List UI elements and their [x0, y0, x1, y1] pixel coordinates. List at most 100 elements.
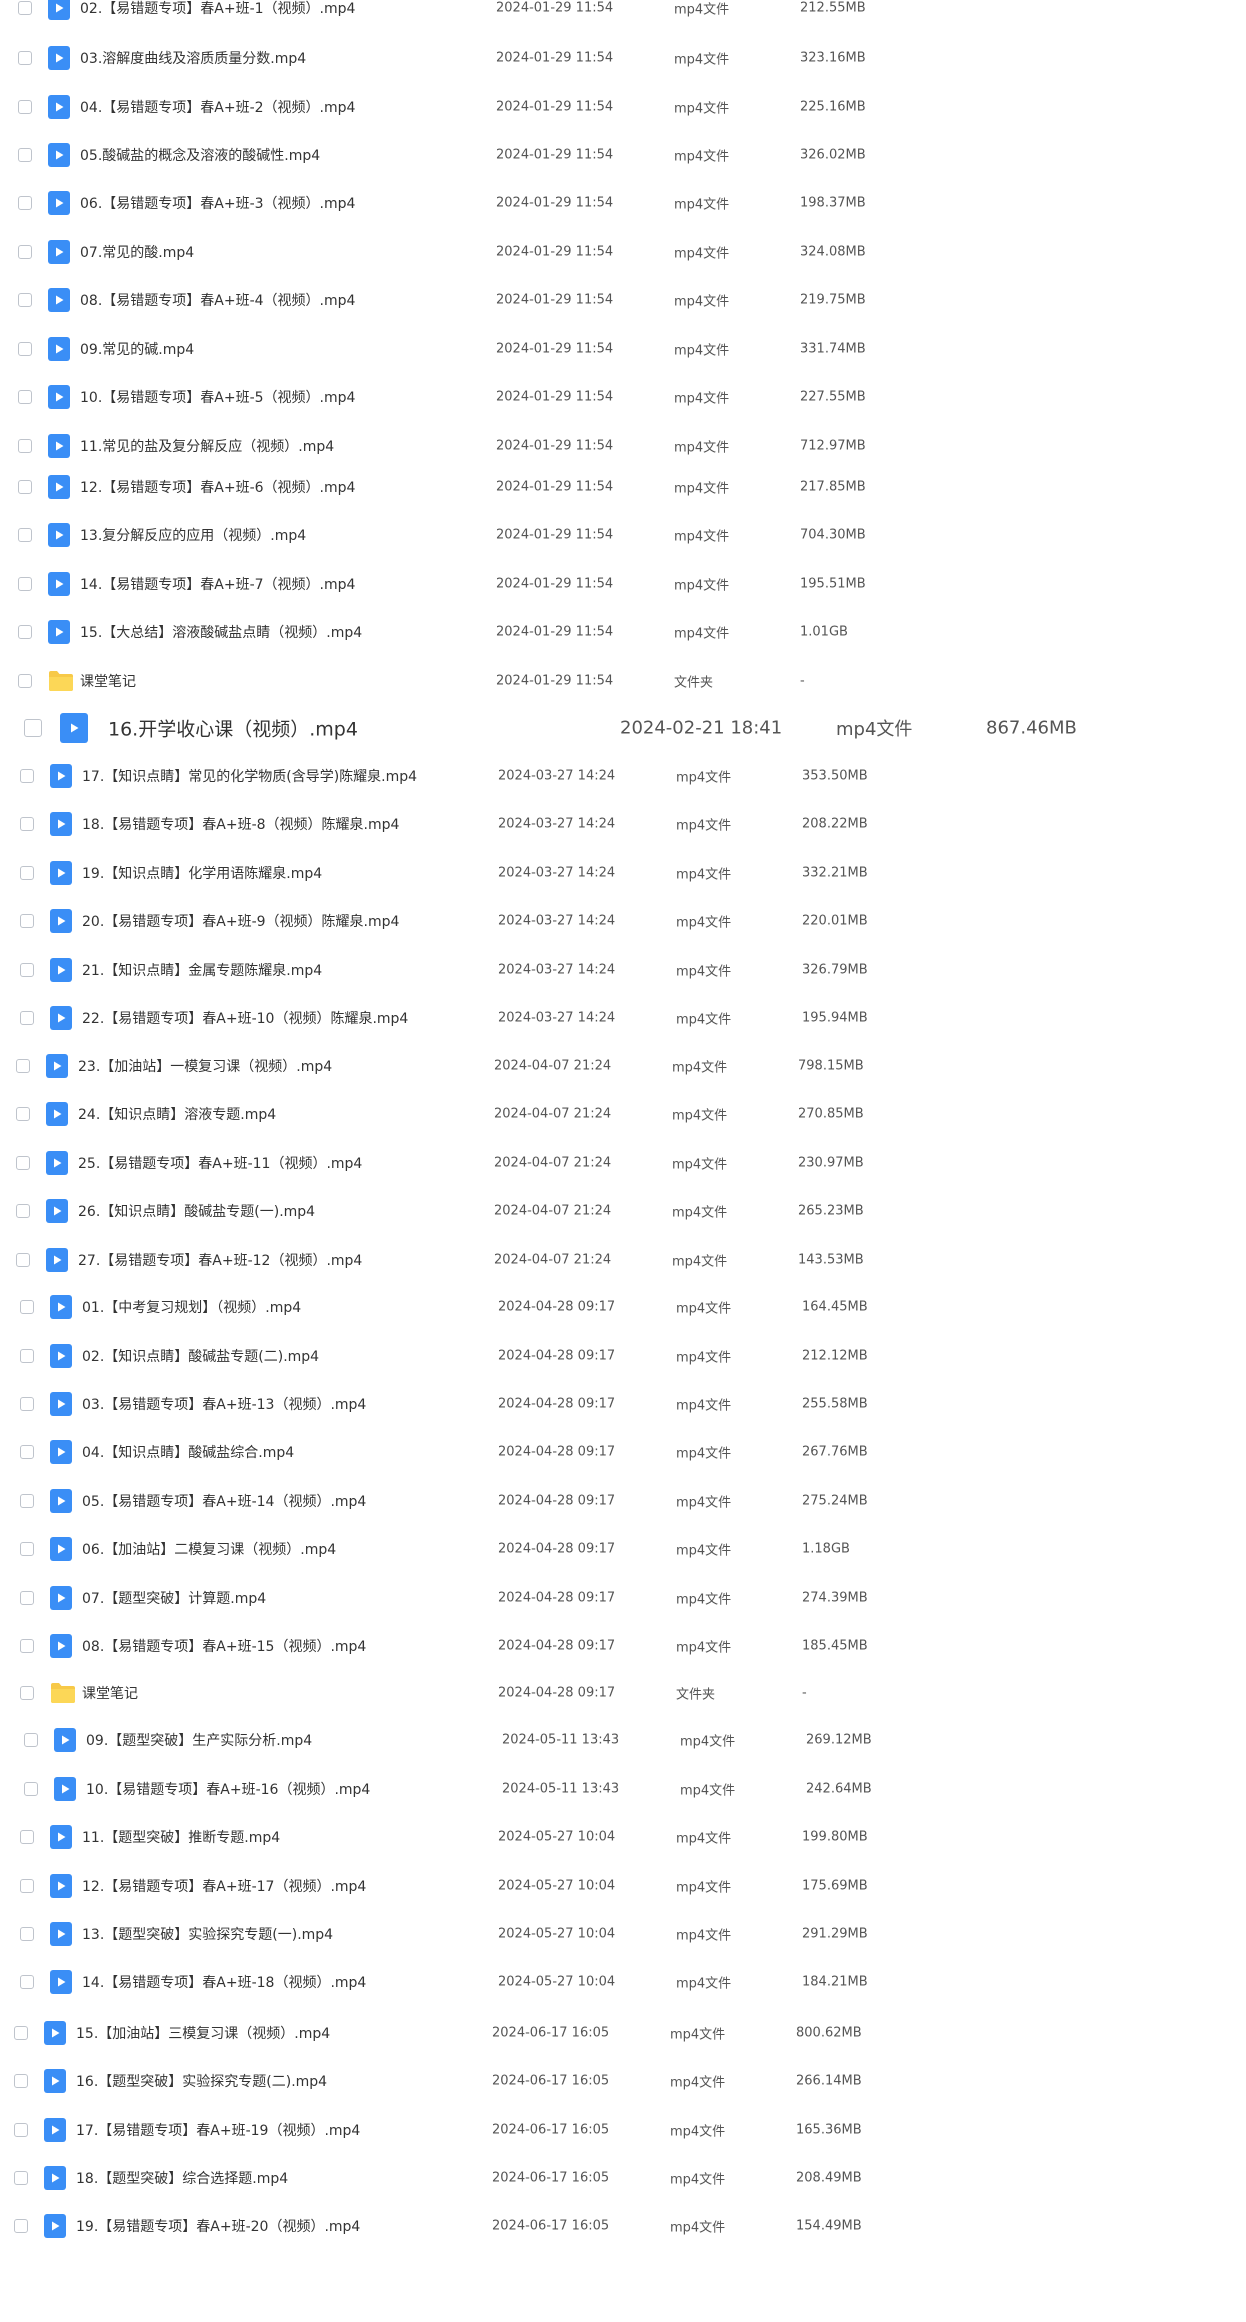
- file-row[interactable]: 13.【题型突破】实验探究专题(一).mp4 2024-05-27 10:04 …: [20, 1919, 1180, 1949]
- file-row[interactable]: 20.【易错题专项】春A+班-9（视频）陈耀泉.mp4 2024-03-27 1…: [20, 906, 1180, 936]
- file-name[interactable]: 12.【易错题专项】春A+班-6（视频）.mp4: [80, 477, 355, 497]
- row-checkbox[interactable]: [16, 1253, 30, 1267]
- row-checkbox[interactable]: [18, 148, 32, 162]
- row-checkbox[interactable]: [20, 914, 34, 928]
- row-checkbox[interactable]: [18, 1, 32, 15]
- file-row[interactable]: 06.【加油站】二模复习课（视频）.mp4 2024-04-28 09:17 m…: [20, 1534, 1180, 1564]
- file-row[interactable]: 05.【易错题专项】春A+班-14（视频）.mp4 2024-04-28 09:…: [20, 1486, 1180, 1516]
- file-row[interactable]: 26.【知识点睛】酸碱盐专题(一).mp4 2024-04-07 21:24 m…: [16, 1196, 1176, 1226]
- row-checkbox[interactable]: [20, 1300, 34, 1314]
- file-name[interactable]: 04.【易错题专项】春A+班-2（视频）.mp4: [80, 97, 355, 117]
- file-row[interactable]: 12.【易错题专项】春A+班-17（视频）.mp4 2024-05-27 10:…: [20, 1871, 1180, 1901]
- file-row[interactable]: 17.【知识点睛】常见的化学物质(含导学)陈耀泉.mp4 2024-03-27 …: [20, 761, 1180, 791]
- file-name[interactable]: 26.【知识点睛】酸碱盐专题(一).mp4: [78, 1201, 315, 1221]
- file-name[interactable]: 13.【题型突破】实验探究专题(一).mp4: [82, 1924, 333, 1944]
- file-name[interactable]: 13.复分解反应的应用（视频）.mp4: [80, 525, 306, 545]
- row-checkbox[interactable]: [18, 528, 32, 542]
- file-name[interactable]: 08.【易错题专项】春A+班-4（视频）.mp4: [80, 290, 355, 310]
- row-checkbox[interactable]: [16, 1107, 30, 1121]
- file-name[interactable]: 14.【易错题专项】春A+班-7（视频）.mp4: [80, 574, 355, 594]
- row-checkbox[interactable]: [20, 1445, 34, 1459]
- row-checkbox[interactable]: [18, 625, 32, 639]
- row-checkbox[interactable]: [20, 1542, 34, 1556]
- row-checkbox[interactable]: [18, 245, 32, 259]
- file-name[interactable]: 17.【易错题专项】春A+班-19（视频）.mp4: [76, 2120, 360, 2140]
- row-checkbox[interactable]: [20, 1879, 34, 1893]
- file-name[interactable]: 12.【易错题专项】春A+班-17（视频）.mp4: [82, 1876, 366, 1896]
- file-row[interactable]: 09.【题型突破】生产实际分析.mp4 2024-05-11 13:43 mp4…: [24, 1725, 1184, 1755]
- file-row[interactable]: 16.【题型突破】实验探究专题(二).mp4 2024-06-17 16:05 …: [14, 2066, 1174, 2096]
- row-checkbox[interactable]: [18, 293, 32, 307]
- row-checkbox[interactable]: [18, 196, 32, 210]
- row-checkbox[interactable]: [20, 1494, 34, 1508]
- file-name[interactable]: 16.【题型突破】实验探究专题(二).mp4: [76, 2071, 327, 2091]
- row-checkbox[interactable]: [14, 2074, 28, 2088]
- row-checkbox[interactable]: [20, 1011, 34, 1025]
- row-checkbox[interactable]: [14, 2026, 28, 2040]
- file-row[interactable]: 07.【题型突破】计算题.mp4 2024-04-28 09:17 mp4文件 …: [20, 1583, 1180, 1613]
- folder-name[interactable]: 课堂笔记: [82, 1683, 138, 1703]
- file-name[interactable]: 22.【易错题专项】春A+班-10（视频）陈耀泉.mp4: [82, 1008, 408, 1028]
- file-name[interactable]: 18.【易错题专项】春A+班-8（视频）陈耀泉.mp4: [82, 814, 399, 834]
- file-row[interactable]: 04.【易错题专项】春A+班-2（视频）.mp4 2024-01-29 11:5…: [18, 92, 1178, 122]
- file-name[interactable]: 19.【易错题专项】春A+班-20（视频）.mp4: [76, 2216, 360, 2236]
- file-name[interactable]: 02.【知识点睛】酸碱盐专题(二).mp4: [82, 1346, 319, 1366]
- row-checkbox[interactable]: [20, 866, 34, 880]
- file-name[interactable]: 05.酸碱盐的概念及溶液的酸碱性.mp4: [80, 145, 320, 165]
- file-row[interactable]: 10.【易错题专项】春A+班-16（视频）.mp4 2024-05-11 13:…: [24, 1774, 1184, 1804]
- file-row[interactable]: 08.【易错题专项】春A+班-15（视频）.mp4 2024-04-28 09:…: [20, 1631, 1180, 1661]
- file-row[interactable]: 05.酸碱盐的概念及溶液的酸碱性.mp4 2024-01-29 11:54 mp…: [18, 140, 1178, 170]
- file-name[interactable]: 16.开学收心课（视频）.mp4: [108, 715, 358, 742]
- row-checkbox[interactable]: [20, 769, 34, 783]
- row-checkbox[interactable]: [18, 674, 32, 688]
- file-name[interactable]: 17.【知识点睛】常见的化学物质(含导学)陈耀泉.mp4: [82, 766, 417, 786]
- file-row[interactable]: 23.【加油站】一模复习课（视频）.mp4 2024-04-07 21:24 m…: [16, 1051, 1176, 1081]
- file-row[interactable]: 04.【知识点睛】酸碱盐综合.mp4 2024-04-28 09:17 mp4文…: [20, 1437, 1180, 1467]
- row-checkbox[interactable]: [20, 817, 34, 831]
- file-row[interactable]: 14.【易错题专项】春A+班-18（视频）.mp4 2024-05-27 10:…: [20, 1967, 1180, 1997]
- file-name[interactable]: 03.溶解度曲线及溶质质量分数.mp4: [80, 48, 306, 68]
- file-name[interactable]: 05.【易错题专项】春A+班-14（视频）.mp4: [82, 1491, 366, 1511]
- file-row[interactable]: 11.常见的盐及复分解反应（视频）.mp4 2024-01-29 11:54 m…: [18, 431, 1178, 461]
- file-row[interactable]: 16.开学收心课（视频）.mp4 2024-02-21 18:41 mp4文件 …: [24, 708, 1184, 748]
- file-row[interactable]: 13.复分解反应的应用（视频）.mp4 2024-01-29 11:54 mp4…: [18, 520, 1178, 550]
- row-checkbox[interactable]: [16, 1156, 30, 1170]
- file-row[interactable]: 15.【大总结】溶液酸碱盐点睛（视频）.mp4 2024-01-29 11:54…: [18, 617, 1178, 647]
- row-checkbox[interactable]: [20, 963, 34, 977]
- row-checkbox[interactable]: [18, 390, 32, 404]
- row-checkbox[interactable]: [18, 439, 32, 453]
- row-checkbox[interactable]: [18, 51, 32, 65]
- row-checkbox[interactable]: [18, 577, 32, 591]
- file-name[interactable]: 07.常见的酸.mp4: [80, 242, 194, 262]
- file-row[interactable]: 06.【易错题专项】春A+班-3（视频）.mp4 2024-01-29 11:5…: [18, 188, 1178, 218]
- file-name[interactable]: 10.【易错题专项】春A+班-5（视频）.mp4: [80, 387, 355, 407]
- file-row[interactable]: 10.【易错题专项】春A+班-5（视频）.mp4 2024-01-29 11:5…: [18, 382, 1178, 412]
- row-checkbox[interactable]: [20, 1591, 34, 1605]
- file-row[interactable]: 07.常见的酸.mp4 2024-01-29 11:54 mp4文件 324.0…: [18, 237, 1178, 267]
- folder-row[interactable]: 课堂笔记 2024-04-28 09:17 文件夹 -: [20, 1678, 1180, 1708]
- file-row[interactable]: 03.溶解度曲线及溶质质量分数.mp4 2024-01-29 11:54 mp4…: [18, 43, 1178, 73]
- file-name[interactable]: 20.【易错题专项】春A+班-9（视频）陈耀泉.mp4: [82, 911, 399, 931]
- file-row[interactable]: 22.【易错题专项】春A+班-10（视频）陈耀泉.mp4 2024-03-27 …: [20, 1003, 1180, 1033]
- row-checkbox[interactable]: [24, 719, 42, 737]
- row-checkbox[interactable]: [20, 1349, 34, 1363]
- file-name[interactable]: 23.【加油站】一模复习课（视频）.mp4: [78, 1056, 332, 1076]
- file-name[interactable]: 19.【知识点睛】化学用语陈耀泉.mp4: [82, 863, 322, 883]
- file-row[interactable]: 19.【知识点睛】化学用语陈耀泉.mp4 2024-03-27 14:24 mp…: [20, 858, 1180, 888]
- row-checkbox[interactable]: [24, 1733, 38, 1747]
- file-name[interactable]: 01.【中考复习规划】（视频）.mp4: [82, 1297, 301, 1317]
- row-checkbox[interactable]: [20, 1830, 34, 1844]
- row-checkbox[interactable]: [18, 342, 32, 356]
- file-row[interactable]: 19.【易错题专项】春A+班-20（视频）.mp4 2024-06-17 16:…: [14, 2211, 1174, 2241]
- row-checkbox[interactable]: [14, 2123, 28, 2137]
- file-row[interactable]: 15.【加油站】三模复习课（视频）.mp4 2024-06-17 16:05 m…: [14, 2018, 1174, 2048]
- row-checkbox[interactable]: [14, 2219, 28, 2233]
- file-row[interactable]: 25.【易错题专项】春A+班-11（视频）.mp4 2024-04-07 21:…: [16, 1148, 1176, 1178]
- row-checkbox[interactable]: [20, 1927, 34, 1941]
- file-name[interactable]: 24.【知识点睛】溶液专题.mp4: [78, 1104, 276, 1124]
- file-name[interactable]: 25.【易错题专项】春A+班-11（视频）.mp4: [78, 1153, 362, 1173]
- file-name[interactable]: 21.【知识点睛】金属专题陈耀泉.mp4: [82, 960, 322, 980]
- row-checkbox[interactable]: [16, 1059, 30, 1073]
- file-row[interactable]: 17.【易错题专项】春A+班-19（视频）.mp4 2024-06-17 16:…: [14, 2115, 1174, 2145]
- file-name[interactable]: 07.【题型突破】计算题.mp4: [82, 1588, 266, 1608]
